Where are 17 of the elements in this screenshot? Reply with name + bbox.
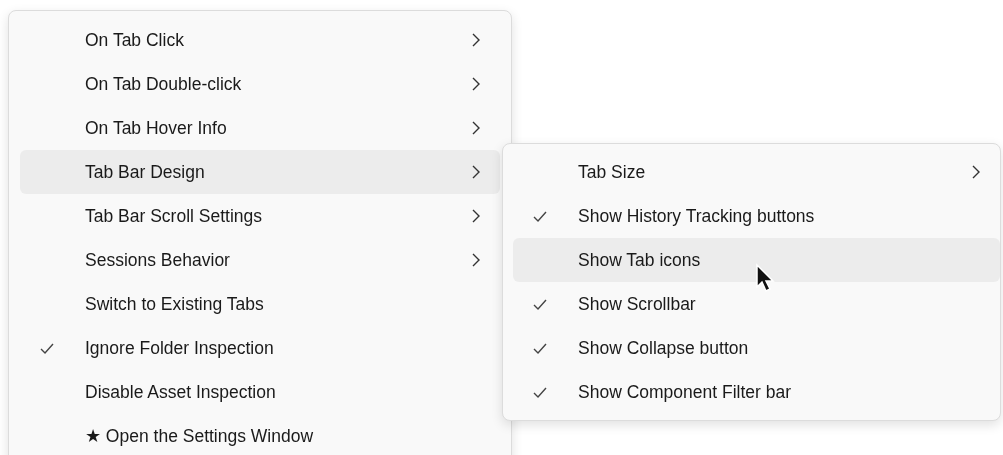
mouse-pointer-icon: [755, 263, 777, 293]
menu-item[interactable]: Ignore Folder Inspection: [20, 326, 500, 370]
menu-item[interactable]: Tab Bar Design: [20, 150, 500, 194]
menu-item[interactable]: Show Scrollbar: [513, 282, 1000, 326]
menu-item[interactable]: Show Component Filter bar: [513, 370, 1000, 414]
menu-item[interactable]: ★ Open the Settings Window: [20, 414, 500, 455]
menu-item[interactable]: Tab Bar Scroll Settings: [20, 194, 500, 238]
menu-item[interactable]: On Tab Double-click: [20, 62, 500, 106]
menu-item[interactable]: Sessions Behavior: [20, 238, 500, 282]
menu-item[interactable]: Disable Asset Inspection: [20, 370, 500, 414]
menu-item[interactable]: Switch to Existing Tabs: [20, 282, 500, 326]
menu-item[interactable]: Show Tab icons: [513, 238, 1000, 282]
menu-item[interactable]: Tab Size: [513, 150, 1000, 194]
menu-item[interactable]: Show History Tracking buttons: [513, 194, 1000, 238]
menu-item[interactable]: Show Collapse button: [513, 326, 1000, 370]
menu-item[interactable]: On Tab Hover Info: [20, 106, 500, 150]
menu-item[interactable]: On Tab Click: [20, 18, 500, 62]
